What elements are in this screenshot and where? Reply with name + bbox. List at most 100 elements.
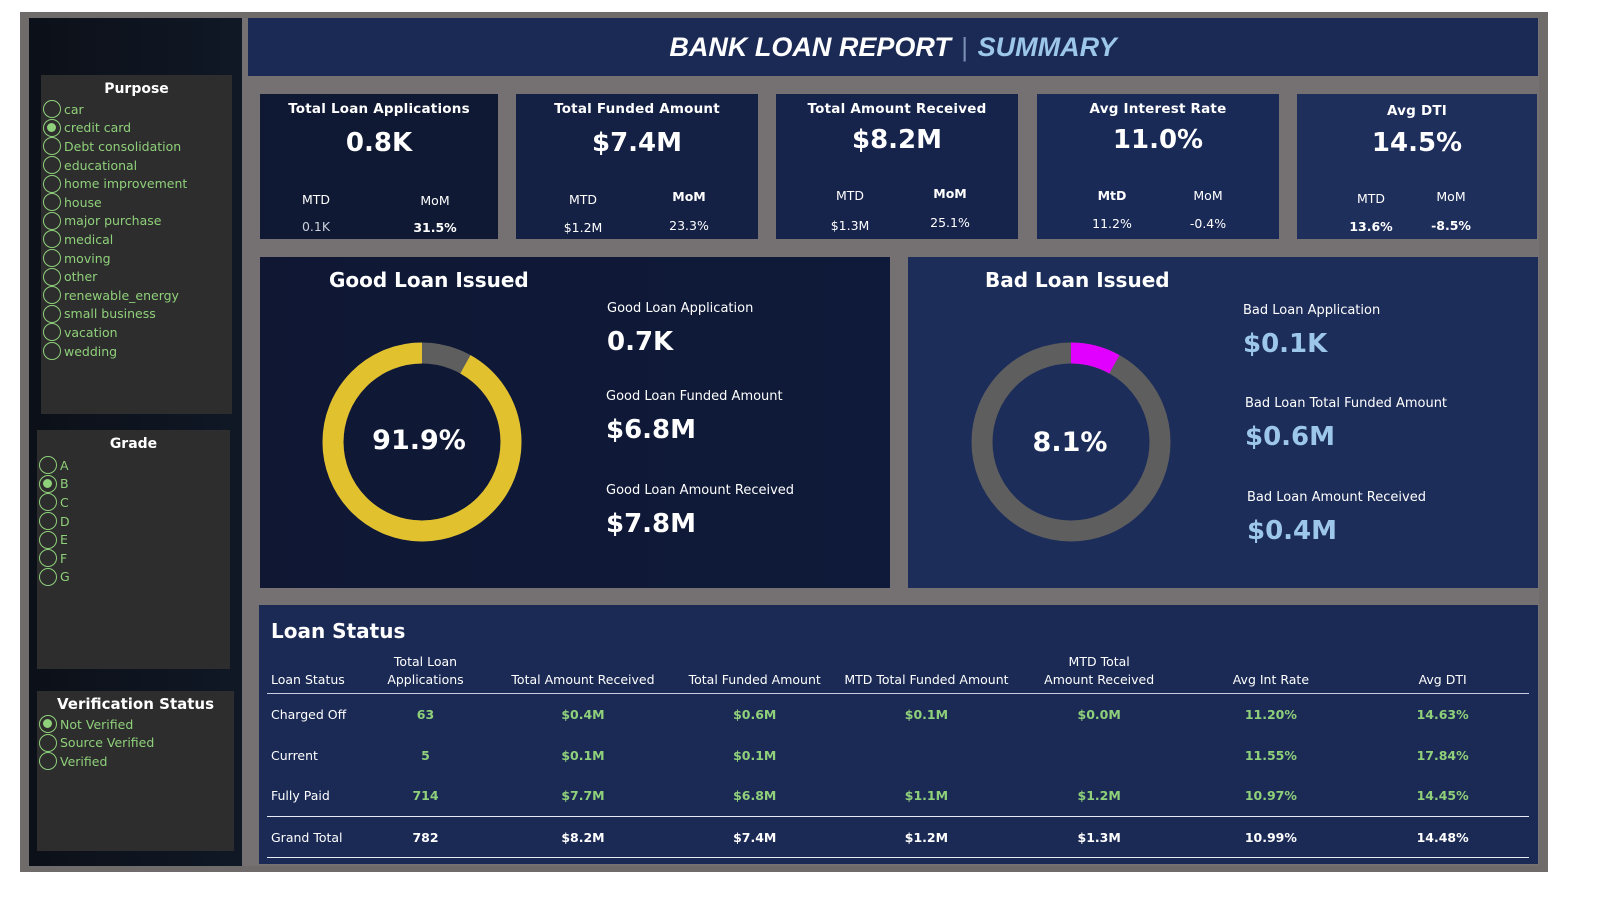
radio-button-icon[interactable] <box>43 174 61 193</box>
kpi-mom-value: -8.5% <box>1431 218 1471 233</box>
radio-button-icon[interactable] <box>39 512 57 531</box>
column-header[interactable]: Total Amount Received <box>497 653 670 694</box>
radio-button-icon[interactable] <box>43 118 61 137</box>
radio-button-icon[interactable] <box>43 137 61 156</box>
good-loan-application-label: Good Loan Application <box>607 301 754 316</box>
table-cell: $7.7M <box>561 788 605 804</box>
table-cell: $1.2M <box>1077 788 1121 804</box>
report-header: BANK LOAN REPORT | SUMMARY <box>248 18 1538 76</box>
radio-button-icon[interactable] <box>39 493 57 512</box>
column-header[interactable]: Avg Int Rate <box>1186 653 1357 694</box>
grade-option[interactable]: A <box>37 456 230 475</box>
purpose-option-label: major purchase <box>64 213 162 229</box>
grade-option[interactable]: E <box>37 530 230 549</box>
purpose-option[interactable]: major purchase <box>41 211 232 231</box>
purpose-option-label: moving <box>64 250 111 266</box>
grade-option[interactable]: B <box>37 474 230 494</box>
kpi-mom-value: 25.1% <box>930 215 970 230</box>
verification-option[interactable]: Verified <box>37 752 234 771</box>
radio-button-icon[interactable] <box>43 249 61 268</box>
bad-loan-received-label: Bad Loan Amount Received <box>1247 490 1426 505</box>
purpose-option[interactable]: medical <box>41 230 232 249</box>
grade-option[interactable]: C <box>37 493 230 512</box>
radio-button-icon[interactable] <box>43 286 61 305</box>
purpose-option[interactable]: vacation <box>41 323 232 342</box>
grade-option[interactable]: G <box>37 567 230 587</box>
purpose-option[interactable]: home improvement <box>41 174 232 193</box>
grade-option[interactable]: F <box>37 549 230 568</box>
radio-button-icon[interactable] <box>39 549 57 568</box>
purpose-option[interactable]: car <box>41 100 232 119</box>
table-cell: $1.1M <box>904 788 949 804</box>
table-cell: $0.4M <box>561 706 605 722</box>
column-header[interactable]: Loan Status <box>267 653 354 694</box>
column-header[interactable]: MTD Total Amount Received <box>1013 653 1186 694</box>
kpi-avg-interest-rate[interactable]: Avg Interest Rate 11.0% MtD MoM 11.2% -0… <box>1037 94 1279 239</box>
table-cell: 10.99% <box>1244 829 1297 845</box>
table-cell: $0.1M <box>561 747 605 763</box>
purpose-option[interactable]: small business <box>41 304 232 324</box>
radio-button-icon[interactable] <box>39 474 57 493</box>
good-loan-title: Good Loan Issued <box>329 268 529 292</box>
column-header[interactable]: Avg DTI <box>1356 653 1529 694</box>
table-row[interactable]: Current 5 $0.1M $0.1M 11.55% 17.84% <box>267 735 1529 776</box>
verification-option[interactable]: Not Verified <box>37 715 234 734</box>
radio-button-icon[interactable] <box>43 193 61 212</box>
table-row[interactable]: Charged Off 63 $0.4M $0.6M $0.1M $0.0M 11.20% 1… <box>267 694 1529 735</box>
purpose-option[interactable]: credit card <box>41 118 232 138</box>
table-cell: 11.55% <box>1244 747 1297 763</box>
kpi-total-funded-amount[interactable]: Total Funded Amount $7.4M MTD MoM $1.2M … <box>516 94 758 239</box>
purpose-option[interactable]: Debt consolidation <box>41 137 232 156</box>
kpi-avg-dti[interactable]: Avg DTI 14.5% MTD MoM 13.6% -8.5% <box>1297 94 1537 239</box>
purpose-option[interactable]: other <box>41 267 232 286</box>
kpi-mtd-value: 11.2% <box>1092 216 1132 231</box>
purpose-option[interactable]: wedding <box>41 342 232 361</box>
radio-button-icon[interactable] <box>39 715 57 734</box>
kpi-mom-label: MoM <box>1436 189 1466 204</box>
radio-button-icon[interactable] <box>43 342 61 361</box>
kpi-total-amount-received[interactable]: Total Amount Received $8.2M MTD MoM $1.3… <box>776 94 1018 239</box>
radio-button-icon[interactable] <box>43 304 61 323</box>
purpose-option-label: other <box>64 269 98 285</box>
table-cell: 10.97% <box>1244 788 1297 804</box>
bad-loan-application-value: $0.1K <box>1243 329 1328 359</box>
radio-button-icon[interactable] <box>43 211 61 230</box>
purpose-filter: Purpose car credit card Debt consolidation… <box>41 75 232 414</box>
radio-button-icon[interactable] <box>39 530 57 549</box>
verification-filter: Verification Status Not Verified Source V… <box>37 691 234 851</box>
table-cell <box>1013 735 1186 776</box>
kpi-mom-value: 31.5% <box>413 220 457 235</box>
purpose-option-label: home improvement <box>64 176 188 192</box>
purpose-option-label: educational <box>64 157 138 173</box>
radio-button-icon[interactable] <box>39 733 57 752</box>
radio-button-icon[interactable] <box>43 267 61 286</box>
column-header[interactable]: Total Loan Applications <box>354 653 496 694</box>
radio-button-icon[interactable] <box>43 100 61 119</box>
radio-button-icon[interactable] <box>39 567 57 586</box>
bad-loan-funded-value: $0.6M <box>1245 422 1336 452</box>
radio-button-icon[interactable] <box>43 156 61 175</box>
purpose-option[interactable]: moving <box>41 249 232 268</box>
purpose-option[interactable]: renewable_energy <box>41 286 232 305</box>
purpose-option[interactable]: educational <box>41 156 232 175</box>
grade-option-label: G <box>60 569 70 585</box>
verification-option-label: Source Verified <box>60 735 155 751</box>
table-total-row[interactable]: Grand Total 782 $8.2M $7.4M $1.2M $1.3M 10.99%… <box>267 816 1529 858</box>
kpi-total-loan-applications[interactable]: Total Loan Applications 0.8K MTD MoM 0.1… <box>260 94 498 239</box>
radio-button-icon[interactable] <box>39 456 57 475</box>
kpi-mom-label: MoM <box>1193 188 1223 203</box>
radio-button-icon[interactable] <box>43 323 61 342</box>
grade-filter-title: Grade <box>109 436 158 452</box>
column-header[interactable]: MTD Total Funded Amount <box>840 653 1013 694</box>
verification-option[interactable]: Source Verified <box>37 733 234 753</box>
table-row[interactable]: Fully Paid 714 $7.7M $6.8M $1.1M $1.2M 10.97% 1… <box>267 776 1529 817</box>
radio-button-icon[interactable] <box>43 230 61 249</box>
radio-button-icon[interactable] <box>39 752 57 771</box>
kpi-mtd-value: $1.2M <box>563 220 603 235</box>
column-header[interactable]: Total Funded Amount <box>669 653 840 694</box>
purpose-option[interactable]: house <box>41 193 232 212</box>
table-cell: 14.63% <box>1416 706 1469 722</box>
purpose-option-label: medical <box>64 231 114 247</box>
grade-option[interactable]: D <box>37 512 230 531</box>
kpi-mtd-value: 13.6% <box>1349 219 1393 234</box>
